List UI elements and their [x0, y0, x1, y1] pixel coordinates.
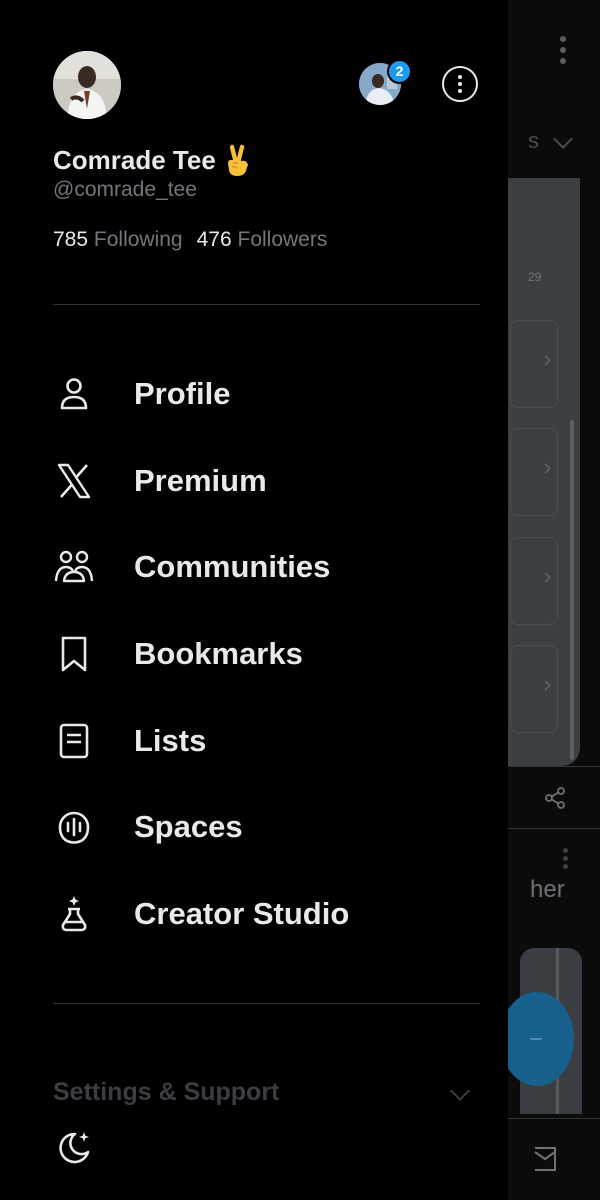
menu-item-profile[interactable]: Profile: [50, 362, 490, 426]
list-icon: [52, 719, 96, 763]
chevron-right-icon: [540, 463, 551, 474]
menu-item-premium[interactable]: Premium: [50, 449, 490, 513]
display-name-row[interactable]: Comrade Tee: [53, 142, 252, 178]
card-tile[interactable]: [510, 428, 558, 516]
menu-label: Bookmarks: [134, 636, 303, 671]
feed-divider: [508, 766, 600, 767]
menu-item-lists[interactable]: Lists: [50, 709, 490, 773]
divider: [53, 304, 480, 305]
feed-tab-fragment[interactable]: s: [528, 128, 539, 154]
menu-label: Lists: [134, 723, 207, 758]
feed-divider: [508, 828, 600, 829]
followers-stat[interactable]: 476 Followers: [197, 228, 328, 252]
post-text-fragment: her: [530, 876, 565, 903]
card-tile[interactable]: [510, 537, 558, 625]
notification-badge: 2: [387, 59, 412, 84]
chevron-right-icon: [540, 355, 551, 366]
spaces-icon: [52, 805, 96, 849]
share-icon[interactable]: [543, 786, 567, 810]
follow-stats: 785 Following 476 Followers: [53, 228, 341, 252]
following-count: 785: [53, 228, 89, 251]
avatar-photo: [53, 51, 121, 119]
post-options-icon[interactable]: [563, 848, 569, 872]
menu-label: Spaces: [134, 809, 243, 844]
following-label: Following: [93, 228, 183, 251]
settings-support-label: Settings & Support: [53, 1078, 280, 1106]
person-icon: [52, 372, 96, 416]
following-stat[interactable]: 785 Following: [53, 228, 183, 252]
menu-label: Premium: [134, 463, 267, 498]
menu-label: Creator Studio: [134, 896, 350, 931]
compose-button[interactable]: [500, 992, 574, 1086]
card-tile[interactable]: [510, 320, 558, 408]
flask-icon: [52, 892, 96, 936]
followers-label: Followers: [237, 228, 328, 251]
menu-item-spaces[interactable]: Spaces: [50, 795, 490, 859]
bookmark-icon: [52, 632, 96, 676]
menu-label: Communities: [134, 549, 331, 584]
card-tile[interactable]: [510, 645, 558, 733]
menu-item-communities[interactable]: Communities: [50, 535, 490, 599]
avatar[interactable]: [53, 51, 121, 119]
communities-icon: [52, 545, 96, 589]
user-handle: @comrade_tee: [53, 178, 197, 201]
display-name: Comrade Tee: [53, 144, 216, 175]
menu-label: Profile: [134, 376, 231, 411]
victory-hand-emoji-icon: [227, 144, 248, 176]
chevron-right-icon: [540, 680, 551, 691]
divider: [53, 1003, 480, 1004]
card-scrollbar[interactable]: [570, 420, 574, 760]
messages-icon[interactable]: [533, 1146, 557, 1172]
settings-support-section[interactable]: Settings & Support: [53, 1078, 480, 1112]
chevron-down-icon: [450, 1081, 470, 1101]
followers-count: 476: [196, 228, 232, 251]
menu-item-bookmarks[interactable]: Bookmarks: [50, 622, 490, 686]
navigation-drawer: 2 Comrade Tee @comrade_tee 785 Following…: [0, 0, 508, 1200]
chevron-down-icon: [553, 129, 573, 149]
more-options-icon[interactable]: [556, 36, 570, 70]
card-count-text: 29: [528, 270, 542, 284]
moon-icon[interactable]: [53, 1128, 93, 1168]
menu-item-creator-studio[interactable]: Creator Studio: [50, 882, 490, 946]
x-logo-icon: [52, 459, 96, 503]
more-options-button[interactable]: [442, 66, 478, 102]
chevron-right-icon: [540, 572, 551, 583]
